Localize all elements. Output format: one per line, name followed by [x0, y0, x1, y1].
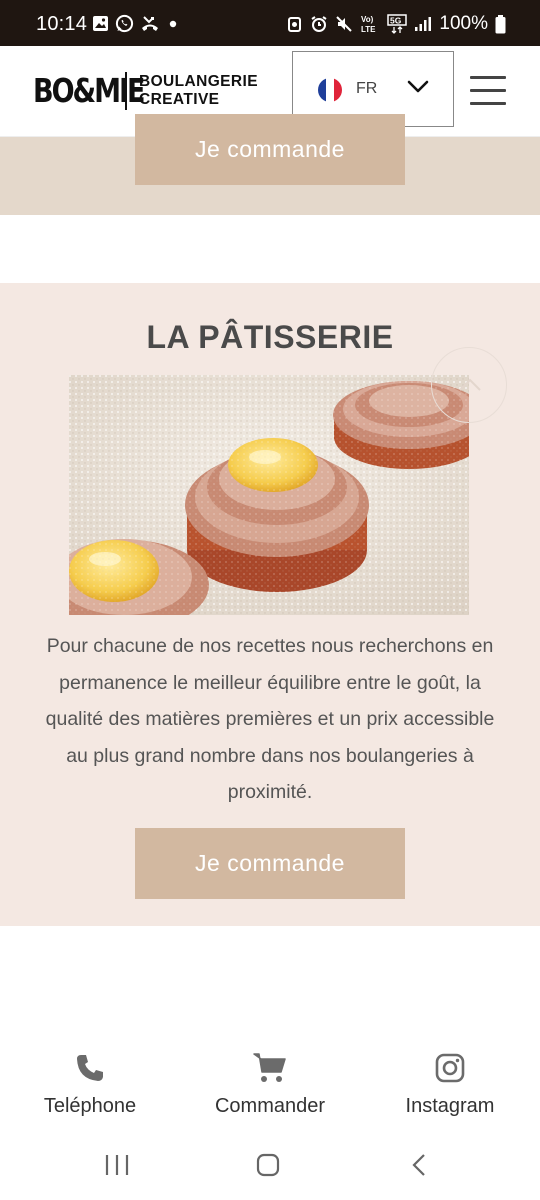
pastry-section: LA PÂTISSERIE Pour chacune de nos recett… — [0, 283, 540, 926]
phone-icon — [77, 1055, 103, 1081]
chevron-up-icon — [459, 378, 481, 391]
dot-icon — [169, 20, 177, 27]
previous-section: Je commande — [0, 114, 540, 215]
menu-bar-bottom — [470, 102, 506, 105]
status-bar: 10:14 Vo) LTE 5G 100% — [0, 0, 540, 46]
language-label: FR — [356, 80, 378, 97]
recents-icon[interactable] — [104, 1153, 130, 1177]
france-flag-icon — [318, 78, 342, 102]
logo-mark: BO&MIE — [33, 71, 145, 110]
system-nav-bar — [0, 1135, 540, 1200]
order-button-previous[interactable]: Je commande — [135, 114, 405, 185]
section-description: Pour chacune de nos recettes nous recher… — [45, 635, 495, 803]
menu-button[interactable] — [470, 74, 506, 108]
chevron-down-icon — [407, 80, 429, 93]
instagram-icon — [435, 1053, 465, 1083]
nav-label-phone: Teléphone — [43, 1095, 137, 1117]
svg-text:LTE: LTE — [361, 25, 376, 34]
brand-logo[interactable]: BO&MIE BOULANGERIE CREATIVE — [33, 71, 258, 110]
logo-line-1: BOULANGERIE — [139, 72, 258, 90]
notification-icons — [92, 14, 180, 33]
alarm-icon — [288, 17, 302, 32]
volume-off-icon — [336, 16, 353, 32]
svg-text:5G: 5G — [390, 16, 402, 26]
nav-label-order: Commander — [214, 1095, 326, 1117]
nav-item-instagram[interactable]: Instagram — [360, 1050, 540, 1118]
logo-text: BOULANGERIE CREATIVE — [139, 73, 258, 109]
order-button[interactable]: Je commande — [135, 828, 405, 899]
system-icons: Vo) LTE 5G 100% — [286, 13, 506, 35]
mute-icon — [311, 16, 327, 32]
svg-text:Vo): Vo) — [361, 15, 374, 24]
menu-bar-top — [470, 76, 506, 79]
missed-call-icon — [142, 15, 158, 31]
logo-line-2: CREATIVE — [139, 90, 220, 108]
back-icon[interactable] — [408, 1153, 432, 1177]
nav-label-instagram: Instagram — [405, 1095, 495, 1117]
nav-item-order[interactable]: Commander — [180, 1050, 360, 1118]
bottom-nav: Teléphone Commander Instagram — [0, 1035, 540, 1135]
cart-icon — [253, 1053, 286, 1082]
volte-icon: Vo)LTE — [361, 15, 376, 34]
whatsapp-icon — [115, 14, 134, 33]
menu-bar-middle — [470, 89, 506, 92]
gallery-icon — [93, 16, 108, 31]
status-time: 10:14 — [36, 13, 88, 35]
nav-item-phone[interactable]: Teléphone — [0, 1050, 180, 1118]
pastry-image — [69, 375, 469, 615]
scroll-to-top-button[interactable] — [431, 347, 507, 423]
5g-icon: 5G — [387, 14, 408, 34]
battery-percent: 100% — [439, 13, 488, 34]
home-icon[interactable] — [255, 1153, 281, 1177]
signal-icon — [415, 17, 432, 31]
battery-icon — [495, 14, 506, 33]
